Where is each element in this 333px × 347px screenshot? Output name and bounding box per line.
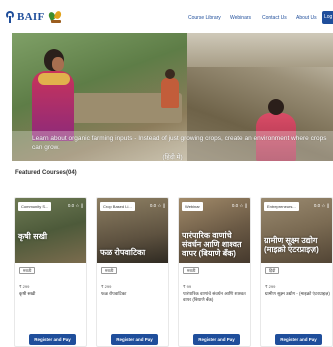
course-price: ₹ 299 [101, 284, 112, 289]
course-card[interactable]: Entrepreneurs... 0.0 ☆ || ग्रामीण सूक्ष्… [260, 197, 333, 347]
course-rating: 0.0 ☆ || [231, 203, 247, 208]
course-language-badge: मराठी [183, 267, 200, 274]
course-thumbnail-title: फळ रोपवाटिका [100, 248, 146, 257]
baif-logo[interactable]: BAIF [5, 10, 63, 23]
course-name[interactable]: कृषी सखी [19, 291, 85, 297]
course-name[interactable]: फळ रोपवाटिका [101, 291, 167, 297]
farmer-figure [160, 69, 180, 119]
course-card[interactable]: Crop Based Li... 0.0 ☆ || फळ रोपवाटिका म… [96, 197, 169, 347]
course-price: ₹ 99 [183, 284, 192, 289]
nav-contact-us[interactable]: Contact Us [262, 15, 287, 21]
course-price: ₹ 299 [265, 284, 276, 289]
course-price: ₹ 299 [19, 284, 30, 289]
course-category-badge: Crop Based Li... [100, 202, 135, 211]
banner-caption-language: (हिंदी मे) [162, 154, 183, 161]
login-button[interactable]: Log [322, 11, 333, 24]
register-and-pay-button[interactable]: Register and Pay [193, 334, 240, 345]
course-rating: 0.0 ☆ || [149, 203, 165, 208]
nav-about-us[interactable]: About Us [296, 15, 317, 21]
course-card[interactable]: Community S... 0.0 ☆ || कृषी सखी मराठी ₹… [14, 197, 87, 347]
featured-courses-title: Featured Courses(04) [15, 170, 77, 176]
course-thumbnail-title: पारंपारिक वाणांचे संवर्धन आणि शाश्वत वाप… [182, 231, 242, 258]
course-name[interactable]: ग्रामीण सूक्ष्म उद्योग - (माइक्रो एंटरप्… [265, 291, 331, 297]
course-language-badge: हिंदी [265, 267, 280, 274]
course-card[interactable]: Webinar 0.0 ☆ || पारंपारिक वाणांचे संवर्… [178, 197, 251, 347]
register-and-pay-button[interactable]: Register and Pay [275, 334, 322, 345]
register-and-pay-button[interactable]: Register and Pay [29, 334, 76, 345]
course-thumbnail-title: ग्रामीण सूक्ष्म उद्योग (माइक्रो एंटरप्रा… [264, 236, 319, 254]
register-and-pay-button[interactable]: Register and Pay [111, 334, 158, 345]
farmer-figure [30, 43, 76, 143]
nav-course-library[interactable]: Course Library [188, 15, 221, 21]
course-category-badge: Entrepreneurs... [264, 202, 299, 211]
logo-mark-icon [5, 10, 15, 23]
course-rating: 0.0 ☆ || [67, 203, 83, 208]
hero-banner[interactable]: Learn about organic farming inputs - Ins… [12, 33, 333, 161]
logo-text: BAIF [17, 10, 45, 23]
course-category-badge: Webinar [182, 202, 203, 211]
course-name[interactable]: पारंपारिक वाणांचे संवर्धन आणि शाश्वत वाप… [183, 291, 249, 303]
course-thumbnail-title: कृषी सखी [18, 232, 48, 241]
leaf-emblem-icon [48, 10, 63, 23]
course-language-badge: मराठी [19, 267, 36, 274]
site-header: BAIF Course Library Webinars Contact Us … [0, 0, 333, 33]
nav-webinars[interactable]: Webinars [230, 15, 251, 21]
course-rating: 0.0 ☆ || [313, 203, 329, 208]
banner-caption: Learn about organic farming inputs - Ins… [32, 135, 327, 151]
course-language-badge: मराठी [101, 267, 118, 274]
course-category-badge: Community S... [18, 202, 52, 211]
